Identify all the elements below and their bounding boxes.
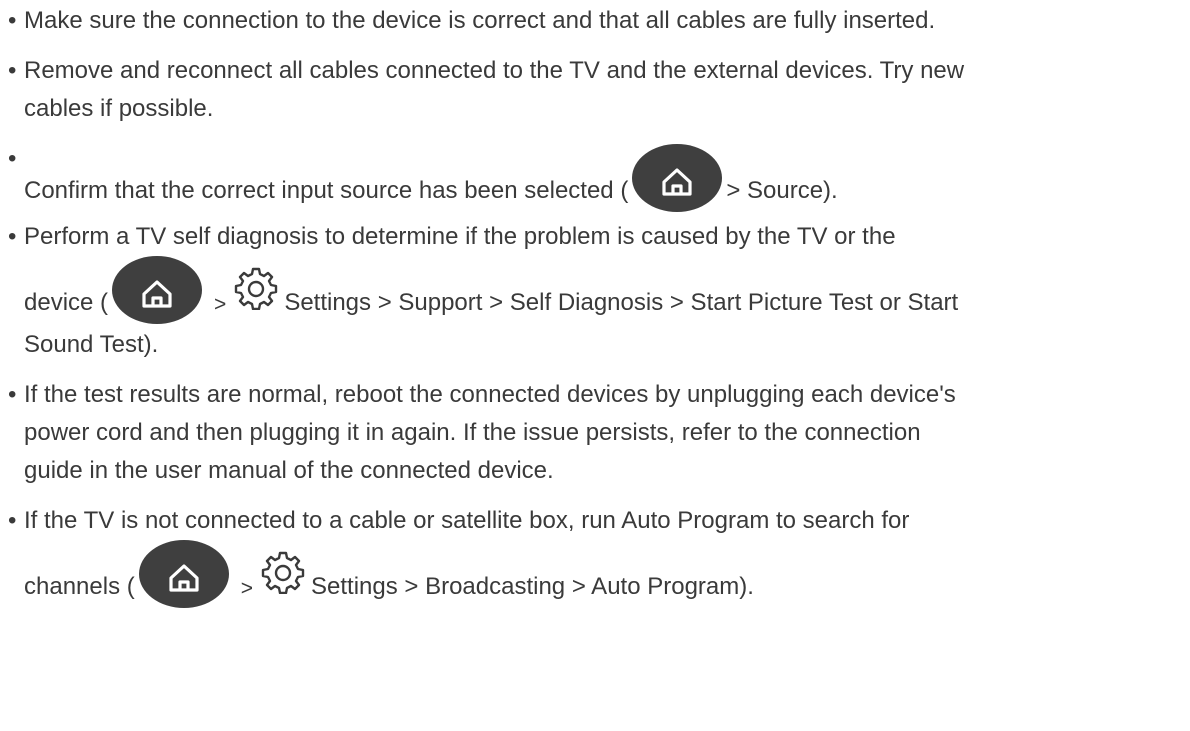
item-text: Make sure the connection to the device i…: [24, 7, 936, 34]
separator: >: [214, 293, 227, 316]
bullet: •: [8, 145, 17, 172]
troubleshooting-list: • Make sure the connection to the device…: [0, 0, 1190, 622]
list-item: • Confirm that the correct input source …: [0, 140, 1190, 214]
item-text-line: power cord and then plugging it in again…: [24, 419, 921, 446]
item-text: device (: [24, 289, 109, 316]
item-text: Settings > Support > Self Diagnosis > St…: [284, 289, 959, 316]
item-icon-line: device ( > Settings > Support > Self Dia…: [24, 256, 1190, 326]
item-text: > Source).: [726, 177, 838, 204]
item-text: Confirm that the correct input source ha…: [24, 177, 629, 204]
list-item: • Make sure the connection to the device…: [0, 2, 1190, 40]
list-item: • Perform a TV self diagnosis to determi…: [0, 218, 1190, 364]
item-text-line: If the TV is not connected to a cable or…: [24, 507, 910, 534]
home-icon: [632, 144, 723, 214]
gear-icon: [234, 266, 278, 326]
item-text-line: Remove and reconnect all cables connecte…: [24, 57, 965, 84]
home-icon: [112, 256, 203, 326]
item-text-line: guide in the user manual of the connecte…: [24, 457, 554, 484]
item-text-line: Perform a TV self diagnosis to determine…: [24, 223, 896, 250]
item-text-line: Sound Test).: [24, 331, 159, 358]
item-icon-line: channels ( > Settings > Broadcasting > A…: [24, 540, 1190, 610]
bullet: •: [8, 223, 17, 250]
gear-icon: [261, 550, 305, 610]
list-item: • If the test results are normal, reboot…: [0, 376, 1190, 490]
bullet: •: [8, 57, 17, 84]
item-icon-line: Confirm that the correct input source ha…: [24, 140, 1190, 214]
item-text-line: If the test results are normal, reboot t…: [24, 381, 956, 408]
bullet: •: [8, 7, 17, 34]
list-item: • Remove and reconnect all cables connec…: [0, 52, 1190, 128]
item-text: Settings > Broadcasting > Auto Program).: [311, 573, 754, 600]
item-text-line: cables if possible.: [24, 95, 214, 122]
home-icon: [138, 540, 229, 610]
bullet: •: [8, 507, 17, 534]
bullet: •: [8, 381, 17, 408]
list-item: • If the TV is not connected to a cable …: [0, 502, 1190, 610]
separator: >: [240, 577, 253, 600]
item-text: channels (: [24, 573, 135, 600]
